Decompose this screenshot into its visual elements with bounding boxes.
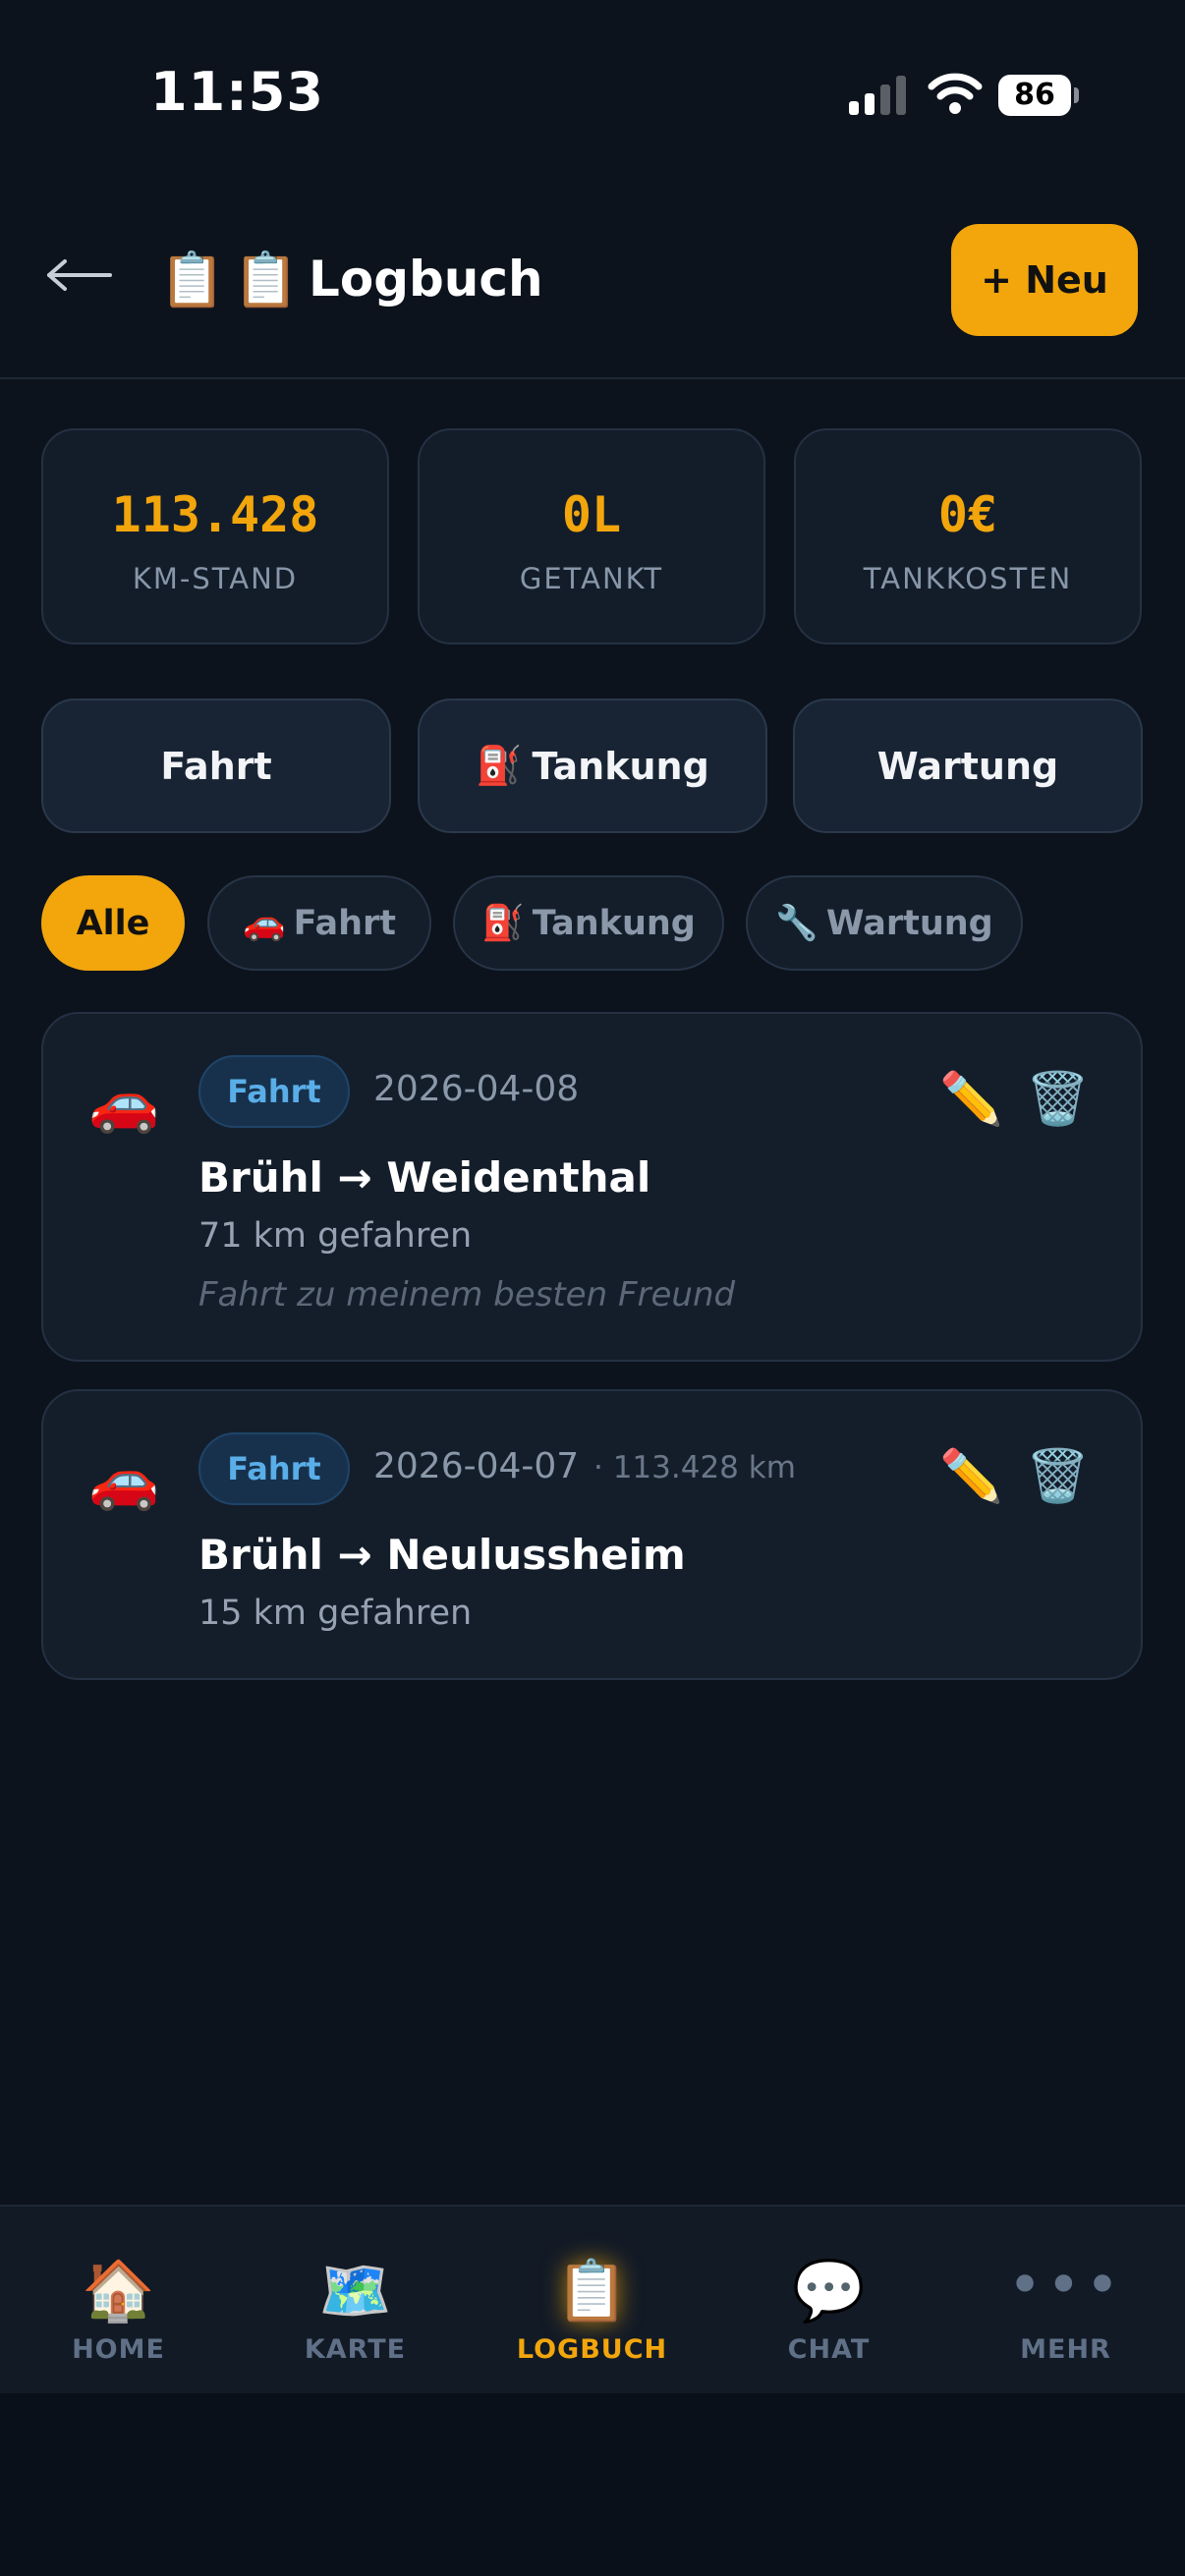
car-icon: 🚗 bbox=[88, 1446, 160, 1513]
nav-chat[interactable]: 💬 CHAT bbox=[710, 2207, 947, 2395]
entry-route: Brühl → Neulussheim bbox=[198, 1531, 686, 1579]
filter-chip-all[interactable]: Alle bbox=[41, 875, 185, 971]
entry-date: 2026-04-08 bbox=[373, 1069, 580, 1109]
fuel-pump-icon: ⛽ bbox=[476, 744, 523, 787]
stat-card-costs: 0€ TANKKOSTEN bbox=[794, 428, 1142, 644]
nav-label: CHAT bbox=[787, 2334, 871, 2365]
fuel-pump-icon: ⛽ bbox=[481, 904, 525, 943]
nav-label: HOME bbox=[72, 2334, 165, 2365]
nav-logbook[interactable]: 📋 LOGBUCH bbox=[474, 2207, 710, 2395]
nav-map[interactable]: 🗺️ KARTE bbox=[237, 2207, 474, 2395]
filter-chip-refuel[interactable]: ⛽ Tankung bbox=[453, 875, 724, 971]
delete-icon[interactable]: 🗑️ bbox=[1026, 1446, 1090, 1506]
more-dots-icon: ••• bbox=[1007, 2251, 1124, 2320]
logbook-screen: 11:53 86 📋📋 Logbuch + Neu 113.428 KM-STA… bbox=[0, 0, 1185, 2576]
battery-icon: 86 bbox=[998, 75, 1079, 116]
entry-odometer: · 113.428 km bbox=[593, 1450, 796, 1485]
filter-chip-trip[interactable]: 🚗 Fahrt bbox=[207, 875, 431, 971]
page-title: Logbuch bbox=[309, 251, 543, 308]
delete-icon[interactable]: 🗑️ bbox=[1026, 1069, 1090, 1129]
new-entry-button[interactable]: + Neu bbox=[951, 224, 1138, 336]
edit-icon[interactable]: ✏️ bbox=[939, 1069, 1003, 1129]
entry-route: Brühl → Weidenthal bbox=[198, 1153, 651, 1202]
chat-bubble-icon: 💬 bbox=[792, 2257, 866, 2325]
clipboard-icon: 📋📋 bbox=[159, 249, 308, 310]
stat-label: KM-STAND bbox=[132, 562, 299, 595]
stat-label: GETANKT bbox=[519, 562, 664, 595]
add-refuel-label: Tankung bbox=[532, 744, 709, 788]
filter-chip-label: Wartung bbox=[825, 903, 993, 943]
home-icon: 🏠 bbox=[82, 2257, 155, 2325]
filter-chip-label: Fahrt bbox=[293, 903, 396, 943]
stat-value: 0L bbox=[561, 486, 622, 543]
battery-tip bbox=[1074, 87, 1079, 103]
edit-icon[interactable]: ✏️ bbox=[939, 1446, 1003, 1506]
nav-label: LOGBUCH bbox=[516, 2334, 668, 2365]
nav-home[interactable]: 🏠 HOME bbox=[0, 2207, 237, 2395]
entry-date: 2026-04-07 bbox=[373, 1446, 580, 1486]
back-arrow-icon[interactable] bbox=[45, 255, 114, 295]
stat-card-km: 113.428 KM-STAND bbox=[41, 428, 389, 644]
header: 📋📋 Logbuch + Neu bbox=[0, 187, 1185, 379]
add-trip-label: Fahrt bbox=[160, 744, 272, 788]
add-maintenance-button[interactable]: Wartung bbox=[793, 699, 1143, 833]
clipboard-icon: 📋 bbox=[555, 2257, 629, 2325]
signal-icon bbox=[849, 76, 906, 115]
entry-distance: 15 km gefahren bbox=[198, 1594, 473, 1633]
status-bar: 11:53 86 bbox=[0, 0, 1185, 187]
entry-type-badge: Fahrt bbox=[198, 1055, 350, 1128]
stat-card-fuel: 0L GETANKT bbox=[418, 428, 765, 644]
log-entry-card[interactable]: 🚗 Fahrt 2026-04-08 ✏️ 🗑️ Brühl → Weident… bbox=[41, 1012, 1143, 1362]
stat-value: 0€ bbox=[937, 486, 998, 543]
bottom-navigation: 🏠 HOME 🗺️ KARTE 📋 LOGBUCH 💬 CHAT ••• MEH… bbox=[0, 2205, 1185, 2393]
log-entry-card[interactable]: 🚗 Fahrt 2026-04-07 · 113.428 km ✏️ 🗑️ Br… bbox=[41, 1389, 1143, 1680]
entry-type-badge: Fahrt bbox=[198, 1432, 350, 1505]
add-maintenance-label: Wartung bbox=[876, 744, 1059, 788]
add-refuel-button[interactable]: ⛽ Tankung bbox=[418, 699, 767, 833]
wrench-icon: 🔧 bbox=[775, 904, 818, 943]
nav-label: KARTE bbox=[304, 2334, 407, 2365]
stat-label: TANKKOSTEN bbox=[863, 562, 1073, 595]
stat-value: 113.428 bbox=[111, 486, 319, 543]
car-icon: 🚗 bbox=[243, 904, 286, 943]
battery-level: 86 bbox=[998, 75, 1071, 116]
entry-distance: 71 km gefahren bbox=[198, 1216, 473, 1256]
car-icon: 🚗 bbox=[88, 1069, 160, 1136]
add-trip-button[interactable]: Fahrt bbox=[41, 699, 391, 833]
home-indicator-area bbox=[0, 2393, 1185, 2576]
status-time: 11:53 bbox=[150, 61, 324, 123]
entry-note: Fahrt zu meinem besten Freund bbox=[198, 1275, 736, 1315]
filter-chip-label: Alle bbox=[76, 903, 150, 943]
nav-label: MEHR bbox=[1020, 2334, 1111, 2365]
map-icon: 🗺️ bbox=[318, 2257, 392, 2325]
filter-chip-maintenance[interactable]: 🔧 Wartung bbox=[746, 875, 1023, 971]
filter-chip-label: Tankung bbox=[532, 903, 696, 943]
nav-more[interactable]: ••• MEHR bbox=[947, 2207, 1184, 2395]
wifi-icon bbox=[928, 73, 983, 114]
